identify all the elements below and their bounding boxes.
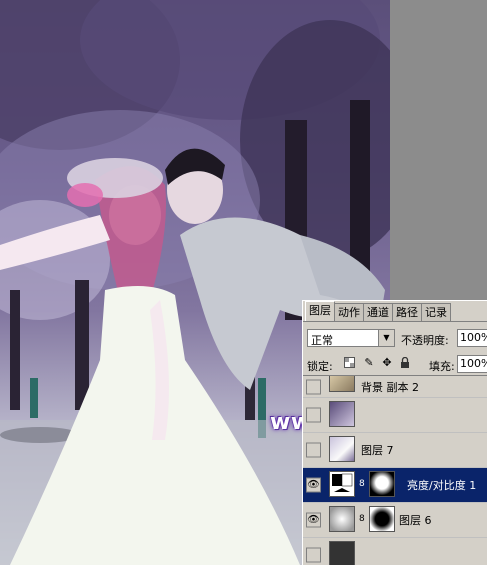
tab-channels[interactable]: 通道 <box>363 303 393 321</box>
layer-name: 图层 6 <box>399 514 432 527</box>
brush-lock-icon[interactable]: ✎ <box>363 357 375 369</box>
layer-thumbnail <box>329 401 355 427</box>
layer-name: 亮度/对比度 1 <box>407 479 477 492</box>
fill-input[interactable]: 100% <box>457 355 487 373</box>
layer-thumbnail <box>329 436 355 462</box>
lock-transparency-icon[interactable] <box>343 357 355 369</box>
layer-name: 背景 副本 2 <box>361 380 419 394</box>
mask-thumbnail[interactable] <box>369 506 395 532</box>
move-lock-icon[interactable]: ✥ <box>381 357 393 369</box>
blend-mode-value: 正常 <box>311 334 333 347</box>
canvas-background <box>390 0 487 300</box>
layer-thumbnail <box>329 541 355 565</box>
layer-row[interactable] <box>303 398 487 433</box>
layer-row-brightness-contrast-1[interactable]: 👁 8 亮度/对比度 1 <box>303 468 487 503</box>
tab-layers[interactable]: 图层 <box>305 301 335 321</box>
layer-thumbnail <box>329 506 355 532</box>
layer-row-layer-7[interactable]: 图层 7 <box>303 433 487 468</box>
visibility-toggle[interactable] <box>306 547 321 563</box>
opacity-label: 不透明度: <box>401 334 449 347</box>
tab-history[interactable]: 记录 <box>421 303 451 321</box>
layer-list: 背景 副本 2 图层 7 👁 8 亮度/对比度 1 👁 8 图层 6 <box>303 375 487 565</box>
lock-label: 锁定: <box>307 360 333 373</box>
layers-panel: 图层 动作 通道 路径 记录 正常 ▼ 不透明度: 100% 锁定: ✎ ✥ 填… <box>302 300 487 565</box>
link-icon[interactable]: 8 <box>359 514 365 524</box>
layer-thumbnail <box>329 376 355 392</box>
blend-mode-select[interactable]: 正常 ▼ <box>307 329 395 347</box>
lock-icon[interactable] <box>399 356 411 369</box>
link-icon[interactable]: 8 <box>359 479 365 489</box>
fill-label: 填充: <box>429 360 455 373</box>
opacity-input[interactable]: 100% <box>457 329 487 347</box>
eye-icon[interactable]: 👁 <box>306 512 321 528</box>
adjustment-icon <box>329 471 355 497</box>
visibility-toggle[interactable] <box>306 407 321 423</box>
chevron-down-icon[interactable]: ▼ <box>378 330 394 346</box>
layer-row-layer-6[interactable]: 👁 8 图层 6 <box>303 503 487 538</box>
eye-icon[interactable]: 👁 <box>306 477 321 493</box>
panel-tabs: 图层 动作 通道 路径 记录 <box>303 301 487 322</box>
layer-name: 图层 7 <box>361 444 394 457</box>
tab-paths[interactable]: 路径 <box>392 303 422 321</box>
tab-actions[interactable]: 动作 <box>334 303 364 321</box>
layer-row[interactable] <box>303 538 487 565</box>
visibility-toggle[interactable] <box>306 442 321 458</box>
layer-row-background-copy-2[interactable]: 背景 副本 2 <box>303 376 487 398</box>
mask-thumbnail[interactable] <box>369 471 395 497</box>
visibility-toggle[interactable] <box>306 379 321 394</box>
